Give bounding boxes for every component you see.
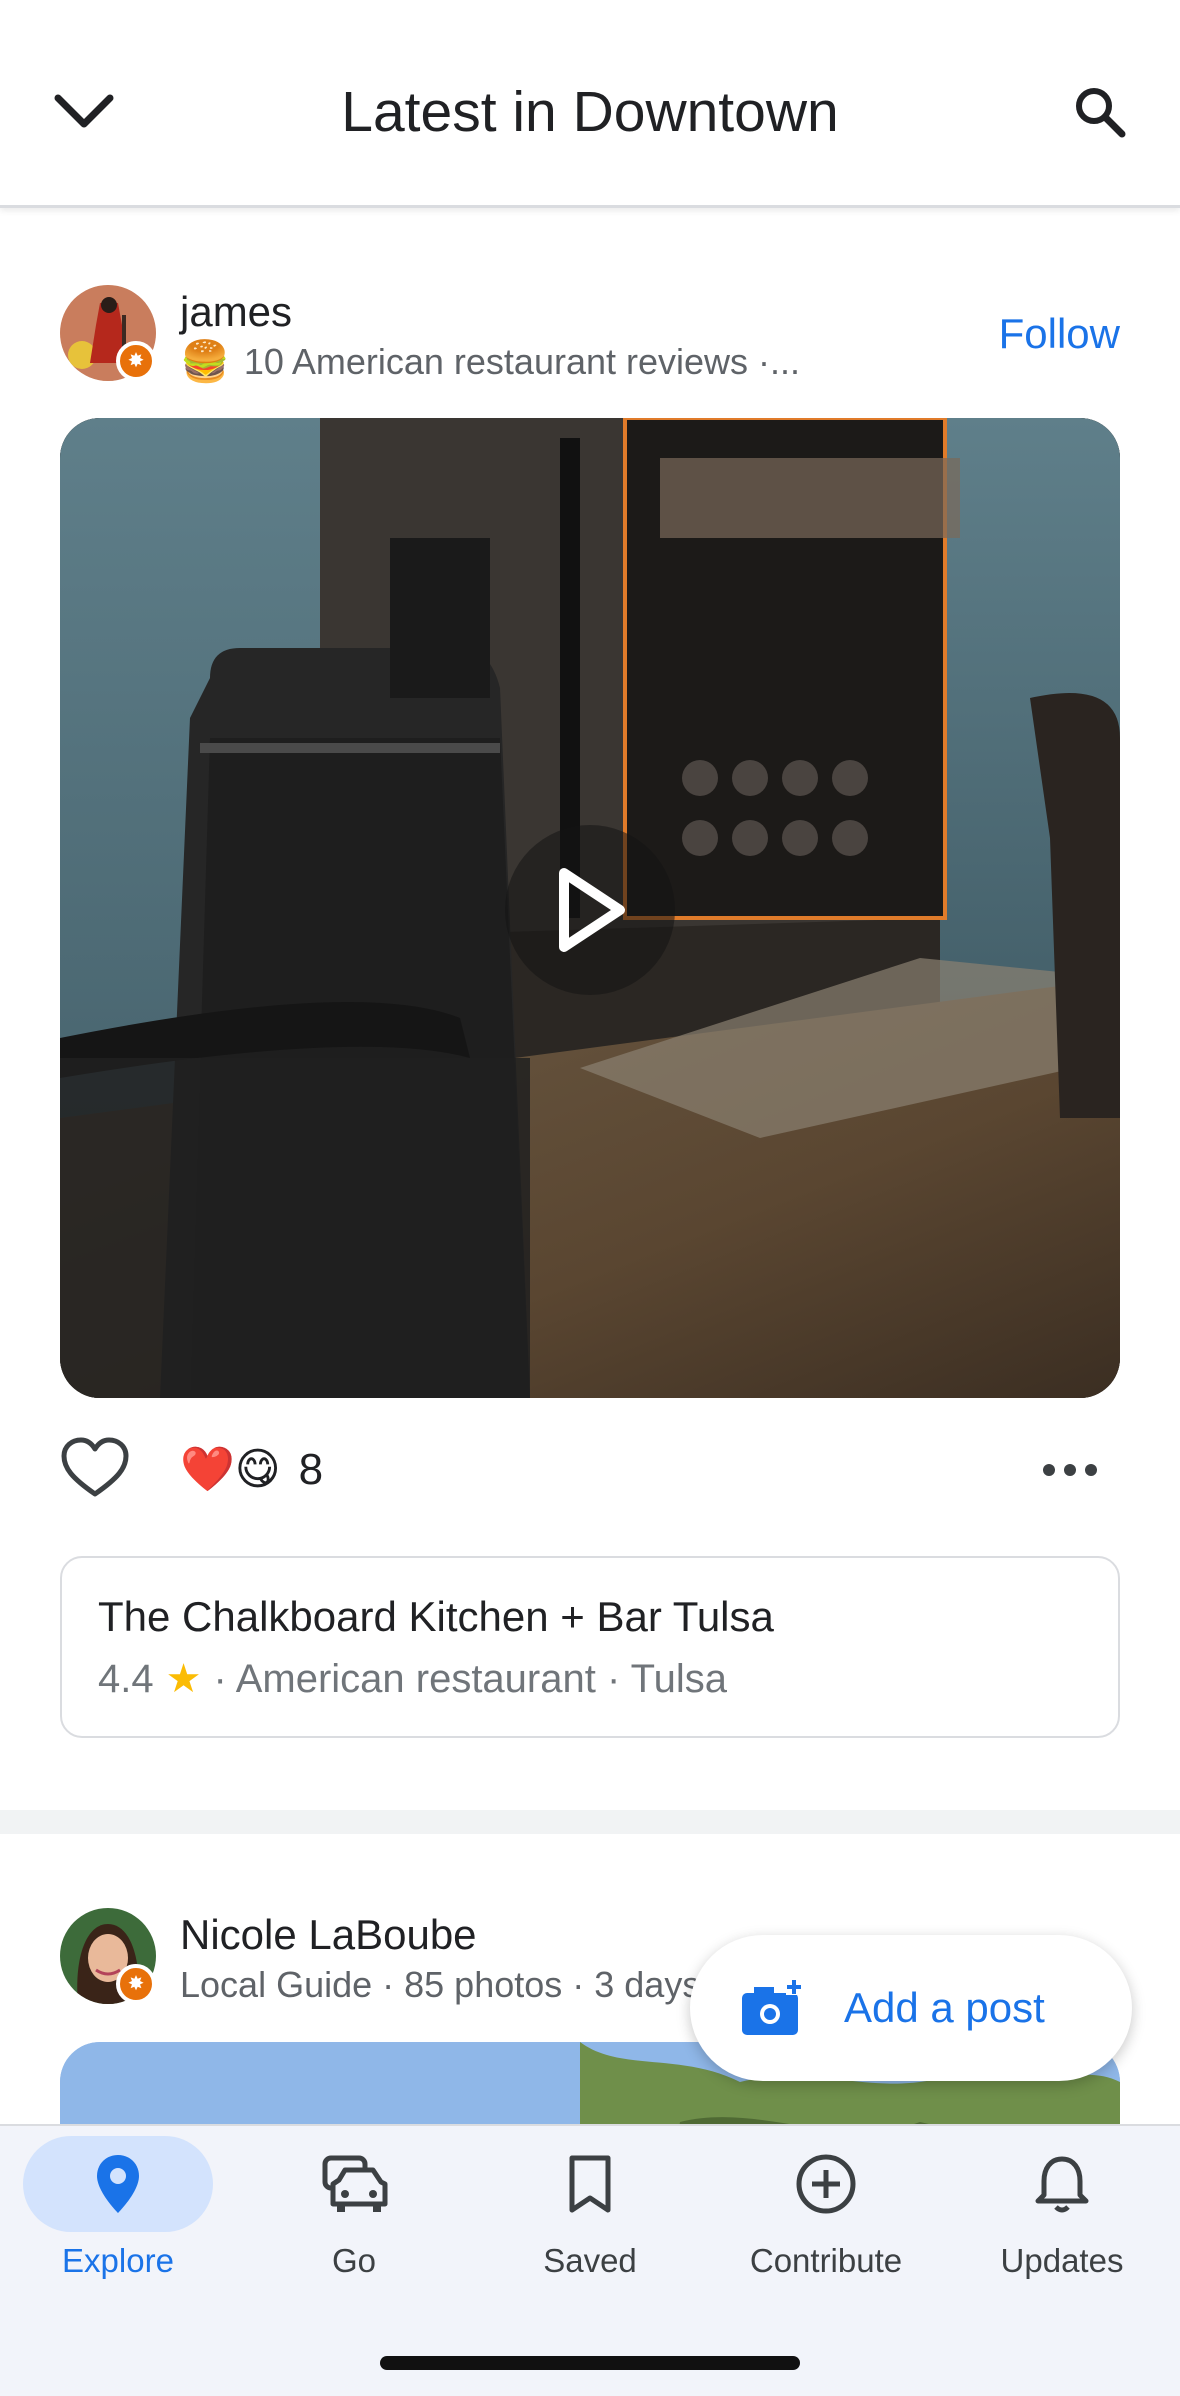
more-horizontal-icon: [1043, 1464, 1097, 1476]
nav-icon-wrap: [259, 2136, 449, 2232]
car-icon: [322, 2155, 388, 2212]
place-name: The Chalkboard Kitchen + Bar Tulsa: [98, 1593, 774, 1640]
author-meta: 🍔 10 American restaurant reviews ·...: [180, 337, 800, 387]
chevron-down-icon: [54, 94, 114, 128]
add-circle-icon: [796, 2154, 856, 2214]
feed-divider: [0, 1810, 1180, 1834]
nav-label: Go: [331, 2242, 377, 2279]
more-options-button[interactable]: [1040, 1440, 1100, 1500]
top-app-bar: Latest in Downtown: [0, 0, 1180, 208]
author-meta: Local Guide · 85 photos · 3 days: [180, 1960, 700, 2010]
page-title: Latest in Downtown: [341, 80, 839, 144]
local-guide-badge-icon: ✸: [116, 1964, 156, 2004]
burger-icon: 🍔: [180, 340, 230, 384]
nav-icon-wrap: [967, 2136, 1157, 2232]
nav-item-saved[interactable]: Saved: [472, 2136, 708, 2296]
location-pin-icon: [97, 2155, 139, 2213]
home-indicator[interactable]: [380, 2356, 800, 2370]
place-rating: 4.4: [98, 1657, 154, 1701]
author-meta-text: Local Guide · 85 photos · 3 days: [180, 1964, 701, 2005]
like-button[interactable]: [60, 1436, 130, 1500]
star-icon: ★: [165, 1657, 202, 1701]
place-card[interactable]: The Chalkboard Kitchen + Bar Tulsa 4.4 ★…: [60, 1556, 1120, 1738]
bookmark-icon: [569, 2155, 611, 2213]
nav-active-indicator: [23, 2136, 213, 2232]
nav-label: Contribute: [749, 2242, 903, 2279]
author-name[interactable]: Nicole LaBoube: [180, 1908, 477, 1962]
add-post-label: Add a post: [844, 1984, 1045, 2031]
place-details: · American restaurant · Tulsa: [213, 1657, 728, 1701]
nav-item-explore[interactable]: Explore: [0, 2136, 236, 2296]
add-post-button[interactable]: Add a post: [690, 1935, 1132, 2081]
nav-item-go[interactable]: Go: [236, 2136, 472, 2296]
nav-icon-wrap: [495, 2136, 685, 2232]
nav-icon-wrap: [731, 2136, 921, 2232]
nav-label: Saved: [543, 2242, 637, 2279]
play-icon: [559, 868, 625, 952]
reactions[interactable]: ❤️😋 8: [180, 1436, 323, 1504]
post-header: ✸ james 🍔 10 American restaurant reviews…: [60, 285, 1120, 385]
author-name[interactable]: james: [180, 285, 292, 339]
collapse-button[interactable]: [44, 76, 124, 148]
play-button[interactable]: [505, 825, 675, 995]
add-photo-icon: [742, 1979, 802, 2035]
local-guide-badge-icon: ✸: [116, 341, 156, 381]
search-button[interactable]: [1060, 72, 1140, 152]
search-icon: [1076, 88, 1126, 138]
nav-label: Explore: [62, 2242, 174, 2279]
author-meta-text: 10 American restaurant reviews ·...: [243, 341, 801, 382]
bell-icon: [1035, 2156, 1089, 2213]
nav-item-updates[interactable]: Updates: [944, 2136, 1180, 2296]
reaction-count: 8: [298, 1445, 324, 1494]
post-actions: ❤️😋 8: [60, 1430, 1120, 1510]
heart-outline-icon: [61, 1437, 129, 1497]
nav-item-contribute[interactable]: Contribute: [708, 2136, 944, 2296]
nav-label: Updates: [1000, 2242, 1124, 2279]
place-meta: 4.4 ★ · American restaurant · Tulsa: [98, 1652, 727, 1706]
reaction-emojis-icon: ❤️😋: [180, 1445, 281, 1494]
follow-button[interactable]: Follow: [999, 307, 1120, 361]
